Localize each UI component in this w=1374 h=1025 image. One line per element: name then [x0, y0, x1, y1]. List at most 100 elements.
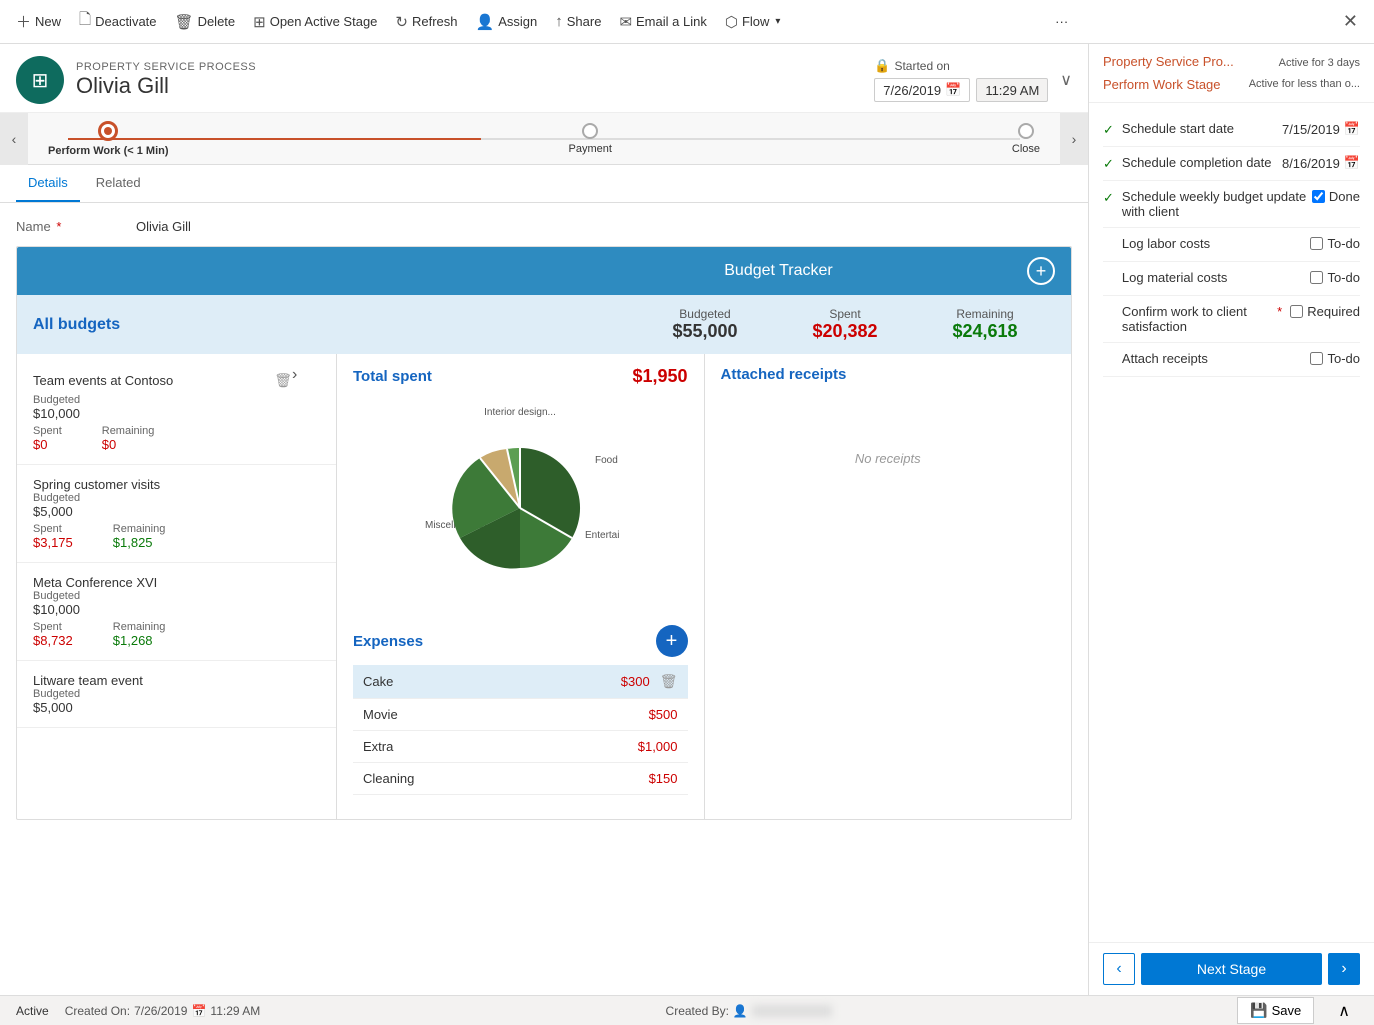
expenses-label: Expenses [353, 633, 423, 650]
check-checkbox-2[interactable] [1312, 190, 1325, 203]
budget-item-chevron-0[interactable]: › [292, 366, 320, 394]
budget-spent-col: Spent $20,382 [775, 307, 915, 342]
flow-button[interactable]: ⬡ Flow ▾ [717, 9, 789, 35]
budget-item-row-1: Spent $3,175 Remaining $1,825 [33, 523, 320, 550]
status-bar: Active Created On: 7/26/2019 📅 11:29 AM … [0, 995, 1374, 1025]
date-value: 7/26/2019 [883, 83, 941, 98]
expense-name-3: Cleaning [363, 771, 414, 786]
budget-item-name-2: Meta Conference XVI [33, 575, 320, 590]
budget-summary: All budgets Budgeted $55,000 Spent $20,3… [17, 295, 1071, 354]
check-value-6: To-do [1310, 351, 1360, 366]
required-asterisk: * [56, 219, 61, 234]
expenses-header: Expenses + [353, 617, 688, 665]
expense-row-0[interactable]: Cake $300 🗑 [353, 665, 688, 699]
list-item[interactable]: Team events at Contoso 🗑 › Budgeted $10,… [17, 354, 336, 465]
expense-row-1[interactable]: Movie $500 [353, 699, 688, 731]
status-chevron-button[interactable]: ∧ [1330, 997, 1358, 1025]
pie-chart: Interior design... Food Entertainment Mi… [353, 395, 688, 609]
time-input[interactable]: 11:29 AM [976, 78, 1048, 102]
open-active-stage-button[interactable]: ⊞ Open Active Stage [245, 9, 385, 35]
record-icon: ⊞ [16, 56, 64, 104]
email-icon: ✉ [619, 13, 632, 31]
email-link-button[interactable]: ✉ Email a Link [611, 9, 714, 35]
expense-row-3[interactable]: Cleaning $150 [353, 763, 688, 795]
stage-label-2: Close [1012, 143, 1040, 155]
delete-button[interactable]: 🗑 Delete [167, 9, 244, 35]
rp-subtitle[interactable]: Perform Work Stage [1103, 77, 1221, 92]
budget-list: Team events at Contoso 🗑 › Budgeted $10,… [17, 354, 337, 819]
next-stage-button[interactable]: Next Stage [1141, 953, 1322, 985]
tab-details[interactable]: Details [16, 165, 80, 202]
check-checkbox-4[interactable] [1310, 271, 1323, 284]
new-button[interactable]: ＋ New [8, 7, 69, 36]
tab-related[interactable]: Related [84, 165, 153, 202]
receipts-col: Attached receipts No receipts [704, 354, 1072, 819]
toolbar: ＋ New 🗋 Deactivate 🗑 Delete ⊞ Open Activ… [0, 0, 1374, 44]
stage-item-payment[interactable]: Payment [568, 123, 611, 155]
check-label-6: Attach receipts [1122, 351, 1311, 366]
refresh-button[interactable]: ↻ Refresh [387, 9, 465, 35]
checklist-item-2: ✓ Schedule weekly budget update with cli… [1103, 181, 1360, 228]
tabs-bar: Details Related [0, 165, 1088, 203]
stage-dot-close [1018, 123, 1034, 139]
refresh-icon: ↻ [395, 13, 408, 31]
list-item[interactable]: Litware team event Budgeted $5,000 [17, 661, 336, 728]
total-spent-label: Total spent [353, 368, 432, 385]
stage-prev-button[interactable]: ‹ [0, 113, 28, 165]
calendar-icon-0[interactable]: 📅 [1344, 121, 1360, 137]
budget-item-delete-0[interactable]: 🗑 [274, 372, 292, 389]
record-meta: PROPERTY SERVICE PROCESS Olivia Gill [76, 61, 874, 99]
spent-label: Spent [775, 307, 915, 321]
created-by-value [752, 1005, 832, 1017]
list-item[interactable]: Meta Conference XVI Budgeted $10,000 Spe… [17, 563, 336, 661]
stage-item-perform-work[interactable]: Perform Work (< 1 Min) [48, 121, 169, 157]
budget-item-remaining-0: Remaining $0 [102, 425, 155, 452]
expense-right-1: $500 [649, 707, 678, 722]
stage-bar: ‹ Perform Work (< 1 Min) Payment [0, 113, 1088, 165]
more-button[interactable]: ··· [1047, 10, 1076, 33]
expense-name-0: Cake [363, 674, 393, 689]
form-area: Name * Olivia Gill Budget Tracker + All … [0, 203, 1088, 852]
calendar-icon-1[interactable]: 📅 [1344, 155, 1360, 171]
pie-chart-svg: Interior design... Food Entertainment Mi… [420, 403, 620, 593]
checklist-item-1: ✓ Schedule completion date 8/16/2019 📅 [1103, 147, 1360, 181]
stage-next-button[interactable]: › [1060, 113, 1088, 165]
check-label-5: Confirm work to client satisfaction [1122, 304, 1277, 334]
name-label: Name * [16, 219, 136, 234]
next-stage-chevron-button[interactable]: › [1328, 953, 1360, 985]
assign-button[interactable]: 👤 Assign [468, 9, 546, 35]
stage-dot-payment [582, 123, 598, 139]
header-chevron-icon[interactable]: ∨ [1060, 70, 1072, 90]
flow-icon: ⬡ [725, 13, 738, 31]
date-input[interactable]: 7/26/2019 📅 [874, 78, 970, 102]
expense-row-2[interactable]: Extra $1,000 [353, 731, 688, 763]
rp-active-label: Active for 3 days [1279, 57, 1360, 69]
check-checkbox-3[interactable] [1310, 237, 1323, 250]
svg-text:Interior design...: Interior design... [484, 407, 556, 418]
save-button[interactable]: 💾 Save [1237, 997, 1314, 1024]
list-item[interactable]: Spring customer visits Budgeted $5,000 S… [17, 465, 336, 563]
deactivate-button[interactable]: 🗋 Deactivate [71, 5, 164, 38]
share-button[interactable]: ↑ Share [547, 9, 609, 34]
prev-stage-button[interactable]: ‹ [1103, 953, 1135, 985]
budget-tracker-header: Budget Tracker + [17, 247, 1071, 295]
budgeted-label: Budgeted [635, 307, 775, 321]
expense-delete-0[interactable]: 🗑 [660, 673, 678, 690]
budget-add-button[interactable]: + [1027, 257, 1055, 285]
record-title-row: ⊞ PROPERTY SERVICE PROCESS Olivia Gill 🔒… [16, 56, 1072, 104]
budget-item-budgeted-val-0: $10,000 [33, 406, 320, 421]
check-checkbox-5[interactable] [1290, 305, 1303, 318]
plus-icon: ＋ [16, 11, 31, 32]
add-expense-button[interactable]: + [656, 625, 688, 657]
save-icon: 💾 [1250, 1002, 1267, 1019]
stage-item-close[interactable]: Close [1012, 123, 1040, 155]
check-label-1: Schedule completion date [1122, 155, 1282, 170]
rp-title[interactable]: Property Service Pro... [1103, 54, 1234, 69]
check-checkbox-6[interactable] [1310, 352, 1323, 365]
check-label-0: Schedule start date [1122, 121, 1282, 136]
rp-checklist: ✓ Schedule start date 7/15/2019 📅 ✓ Sche… [1089, 103, 1374, 942]
check-value-5: * Required [1277, 304, 1360, 319]
total-spent-value: $1,950 [632, 366, 687, 387]
expense-amount-3: $150 [649, 771, 678, 786]
close-button[interactable]: ✕ [1335, 7, 1366, 36]
